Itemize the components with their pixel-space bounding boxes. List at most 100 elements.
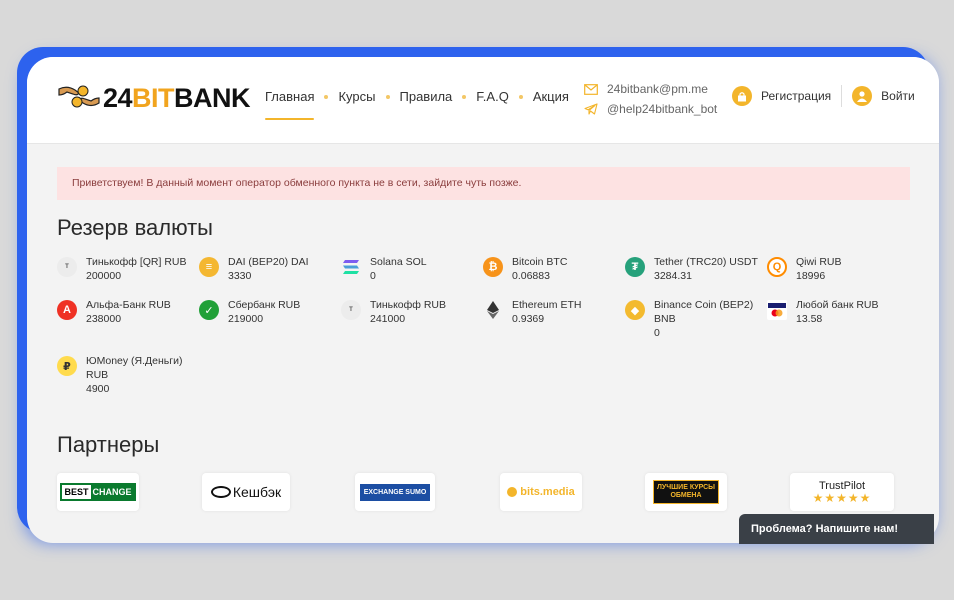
currency-amount: 0.9369	[512, 313, 545, 325]
currency-amount: 0	[654, 327, 660, 339]
bitcoin-icon: ₿	[483, 257, 503, 277]
site-header: 24BITBANK Главная Курсы Правила F.A.Q Ак…	[27, 57, 939, 144]
sber-icon: ✓	[199, 300, 219, 320]
site-logo[interactable]: 24BITBANK	[57, 81, 251, 115]
trustpilot-stars-icon: ★★★★★	[812, 491, 872, 505]
reserve-item: ₿ Bitcoin BTC 0.06883	[483, 255, 623, 283]
currency-name: Solana SOL	[370, 256, 427, 268]
card-icon	[767, 300, 787, 320]
currency-amount: 3284.31	[654, 270, 692, 282]
nav-item-promo[interactable]: Акция	[533, 89, 569, 114]
alfa-icon: А	[57, 300, 77, 320]
reserve-item: Ethereum ETH 0.9369	[483, 298, 623, 326]
partners-list: BEST CHANGE Кешбэк EXCHANGE SUMO bits.med…	[57, 473, 917, 513]
tinkoff-icon: T	[341, 300, 361, 320]
currency-amount: 238000	[86, 313, 122, 325]
best-rates-logo: ЛУЧШИЕ КУРСЫ ОБМЕНА	[653, 480, 719, 504]
partner-bitsmedia[interactable]: bits.media	[500, 473, 582, 511]
currency-name: DAI (BEP20) DAI	[228, 256, 309, 268]
exchangesumo-logo: EXCHANGE SUMO	[359, 483, 431, 501]
operator-offline-alert: Приветствуем! В данный момент оператор о…	[57, 167, 910, 200]
logo-accent: BIT	[132, 83, 175, 113]
partner-best-rates[interactable]: ЛУЧШИЕ КУРСЫ ОБМЕНА	[645, 473, 727, 511]
currency-name: Тинькофф RUB	[370, 299, 447, 311]
browser-frame: 24BITBANK Главная Курсы Правила F.A.Q Ак…	[27, 57, 939, 543]
partner-exchangesumo[interactable]: EXCHANGE SUMO	[355, 473, 435, 511]
currency-name: Альфа-Банк RUB	[86, 299, 171, 311]
partner-bestchange[interactable]: BEST CHANGE	[57, 473, 139, 511]
binance-icon: ◆	[625, 300, 645, 320]
partners-title: Партнеры	[57, 432, 160, 457]
nav-separator-dot	[385, 94, 390, 99]
glasses-icon	[210, 486, 231, 498]
currency-amount: 241000	[370, 313, 406, 325]
qiwi-icon: Q	[767, 257, 787, 277]
partner-name: EXCHANGE SUMO	[363, 488, 427, 496]
logo-wordmark: 24BITBANK	[103, 81, 251, 115]
partner-trustpilot[interactable]: TrustPilot ★★★★★	[790, 473, 894, 511]
hands-coins-icon	[57, 81, 101, 115]
contacts: 24bitbank@pm.me @help24bitbank_bot	[584, 79, 717, 119]
currency-name: Bitcoin BTC	[512, 256, 568, 268]
partner-cashback[interactable]: Кешбэк	[202, 473, 290, 511]
partner-name: ЛУЧШИЕ КУРСЫ ОБМЕНА	[656, 484, 716, 499]
reserve-item: ≡ DAI (BEP20) DAI 3330	[199, 255, 339, 283]
auth-divider	[841, 85, 843, 107]
currency-name: Любой банк RUB	[796, 299, 879, 311]
reserve-item: Q Qiwi RUB 18996	[767, 255, 907, 283]
reserve-item: ₽ ЮMoney (Я.Деньги) RUB 4900	[57, 354, 187, 396]
currency-name: Tether (TRC20) USDT	[654, 256, 758, 268]
dai-icon: ≡	[199, 257, 219, 277]
email-text: 24bitbank@pm.me	[607, 82, 708, 96]
reserve-item: T Тинькофф RUB 241000	[341, 298, 481, 326]
tinkoff-icon: T	[57, 257, 77, 277]
tether-icon: ₮	[625, 257, 645, 277]
yoomoney-icon: ₽	[57, 356, 77, 376]
contact-email[interactable]: 24bitbank@pm.me	[584, 79, 717, 99]
login-link[interactable]: Войти	[881, 89, 915, 103]
bestchange-logo: BEST CHANGE	[60, 483, 136, 501]
currency-amount: 18996	[796, 270, 826, 282]
currency-name: ЮMoney (Я.Деньги) RUB	[86, 355, 183, 381]
reserve-item: Любой банк RUB 13.58	[767, 298, 907, 326]
reserve-item: А Альфа-Банк RUB 238000	[57, 298, 197, 326]
auth-links: Регистрация Войти	[732, 85, 915, 107]
contact-telegram[interactable]: @help24bitbank_bot	[584, 99, 717, 119]
nav-item-home[interactable]: Главная	[265, 89, 315, 120]
logo-number: 24	[103, 83, 133, 113]
currency-name: Ethereum ETH	[512, 299, 582, 311]
reserve-item: ◆ Binance Coin (BEP2) BNB 0	[625, 298, 765, 340]
reserve-title: Резерв валюты	[57, 215, 213, 240]
nav-item-rules[interactable]: Правила	[400, 89, 453, 114]
bitsmedia-logo	[507, 487, 518, 497]
mail-icon	[584, 83, 598, 95]
nav-separator-dot	[324, 94, 329, 99]
user-icon	[852, 86, 873, 106]
logo-rest: BANK	[174, 83, 251, 113]
partner-name: bits.media	[520, 486, 575, 498]
nav-separator-dot	[462, 94, 467, 99]
support-chat-button[interactable]: Проблема? Напишите нам!	[739, 514, 934, 544]
nav-item-faq[interactable]: F.A.Q	[476, 89, 509, 114]
currency-amount: 13.58	[796, 313, 823, 325]
reserve-item: Solana SOL 0	[341, 255, 481, 283]
reserve-item: ₮ Tether (TRC20) USDT 3284.31	[625, 255, 765, 283]
lock-icon	[732, 86, 752, 106]
currency-amount: 200000	[86, 270, 122, 282]
partner-name: BEST	[62, 485, 91, 499]
nav-item-rates[interactable]: Курсы	[338, 89, 375, 114]
currency-name: Qiwi RUB	[796, 256, 842, 268]
main-nav: Главная Курсы Правила F.A.Q Акция	[265, 89, 569, 120]
telegram-text: @help24bitbank_bot	[607, 102, 718, 116]
currency-amount: 0.06883	[512, 270, 550, 282]
currency-amount: 4900	[86, 383, 110, 395]
currency-name: Тинькофф [QR] RUB	[86, 256, 187, 268]
currency-amount: 0	[370, 270, 376, 282]
telegram-icon	[584, 103, 598, 115]
currency-amount: 3330	[228, 270, 252, 282]
register-link[interactable]: Регистрация	[761, 89, 831, 103]
currency-amount: 219000	[228, 313, 264, 325]
reserve-item: T Тинькофф [QR] RUB 200000	[57, 255, 197, 283]
currency-name: Сбербанк RUB	[228, 299, 301, 311]
currency-name: Binance Coin (BEP2) BNB	[654, 299, 754, 325]
